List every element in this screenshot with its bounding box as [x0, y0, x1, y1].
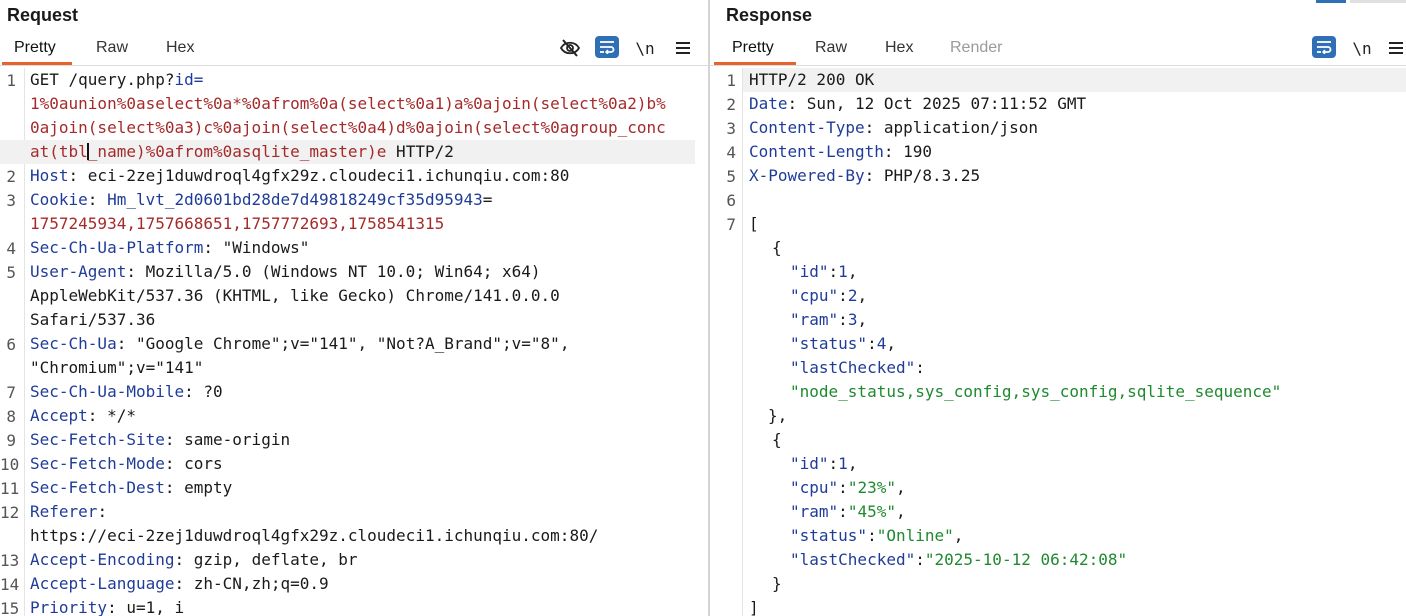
tab-raw[interactable]: Raw	[96, 39, 128, 57]
request-line-7: 7 Sec-Ch-Ua-Mobile: ?0	[6, 382, 223, 403]
response-editor[interactable]: 1 HTTP/2 200 OK 2 Date: Sun, 12 Oct 2025…	[710, 68, 1406, 616]
request-line-12: 12 Referer:	[0, 502, 108, 523]
response-tabs: Pretty Raw Hex Render	[710, 36, 1406, 65]
json-item-1-ram: "ram":3,	[790, 310, 868, 329]
tab-pretty[interactable]: Pretty	[732, 39, 774, 57]
newline-toggle-button[interactable]: \n	[1351, 37, 1373, 59]
request-line-1: 1 GET /query.php?id=	[6, 70, 204, 91]
json-item-1-cpu: "cpu":2,	[790, 286, 868, 305]
response-line-4: 4 Content-Length: 190	[726, 142, 933, 163]
wrap-lines-icon[interactable]	[1312, 36, 1336, 58]
response-line-3: 3 Content-Type: application/json	[726, 118, 1038, 139]
request-line-4: 4 Sec-Ch-Ua-Platform: "Windows"	[6, 238, 310, 259]
request-line-5: 5 User-Agent: Mozilla/5.0 (Windows NT 10…	[6, 262, 541, 283]
request-line-14: 14 Accept-Language: zh-CN,zh;q=0.9	[0, 574, 329, 595]
newline-toggle-button[interactable]: \n	[634, 37, 656, 59]
tab-hex[interactable]: Hex	[166, 39, 194, 57]
request-line-11: 11 Sec-Fetch-Dest: empty	[0, 478, 233, 499]
hamburger-menu-icon[interactable]	[672, 37, 694, 59]
layout-toggle-active[interactable]	[1316, 0, 1346, 3]
json-item-2-id: "id":1,	[790, 454, 858, 473]
json-item-2-lastchecked: "lastChecked":"2025-10-12 06:42:08"	[790, 550, 1128, 569]
request-line-10: 10 Sec-Fetch-Mode: cors	[0, 454, 223, 475]
request-line-13: 13 Accept-Encoding: gzip, deflate, br	[0, 550, 358, 571]
response-title: Response	[726, 5, 813, 25]
response-line-1: 1 HTTP/2 200 OK	[726, 70, 875, 91]
tab-render[interactable]: Render	[950, 39, 1002, 57]
request-line-6: 6 Sec-Ch-Ua: "Google Chrome";v="141", "N…	[6, 334, 570, 355]
response-line-6: 6	[726, 191, 736, 210]
json-item-2-cpu: "cpu":"23%",	[790, 478, 906, 497]
hamburger-menu-icon[interactable]	[1388, 37, 1406, 59]
request-line-8: 8 Accept: */*	[6, 406, 136, 427]
json-item-1-id: "id":1,	[790, 262, 858, 281]
request-line-3: 3 Cookie: Hm_lvt_2d0601bd28de7d49818249c…	[6, 190, 493, 211]
request-line-2: 2 Host: eci-2zej1duwdroql4gfx29z.cloudec…	[6, 166, 570, 187]
layout-toggle[interactable]	[1350, 0, 1406, 3]
current-line-highlight: at(tbl_name)%0afrom%0asqlite_master)e HT…	[0, 140, 695, 164]
wrap-lines-icon[interactable]	[595, 36, 619, 58]
tab-raw[interactable]: Raw	[815, 39, 847, 57]
response-line-2: 2 Date: Sun, 12 Oct 2025 07:11:52 GMT	[726, 94, 1087, 115]
response-line-5: 5 X-Powered-By: PHP/8.3.25	[726, 166, 981, 187]
request-line-9: 9 Sec-Fetch-Site: same-origin	[6, 430, 291, 451]
request-line-15: 15 Priority: u=1, i	[0, 598, 185, 616]
json-item-2-status: "status":"Online",	[790, 526, 964, 545]
request-editor[interactable]: 1 GET /query.php?id= 1%0aunion%0aselect%…	[0, 68, 708, 616]
json-item-1-lastchecked: "lastChecked":	[790, 358, 925, 377]
tab-pretty[interactable]: Pretty	[14, 39, 56, 57]
json-item-2-ram: "ram":"45%",	[790, 502, 906, 521]
json-item-1-status: "status":4,	[790, 334, 896, 353]
request-title: Request	[7, 5, 79, 25]
request-pane: Request Pretty Raw Hex \n 1 GET /query.p…	[0, 0, 708, 616]
eye-slash-icon[interactable]	[558, 37, 582, 59]
response-pane: Response Pretty Raw Hex Render \n 1 HTTP…	[710, 0, 1406, 616]
response-line-7: 7 [	[726, 214, 759, 235]
tab-hex[interactable]: Hex	[885, 39, 913, 57]
